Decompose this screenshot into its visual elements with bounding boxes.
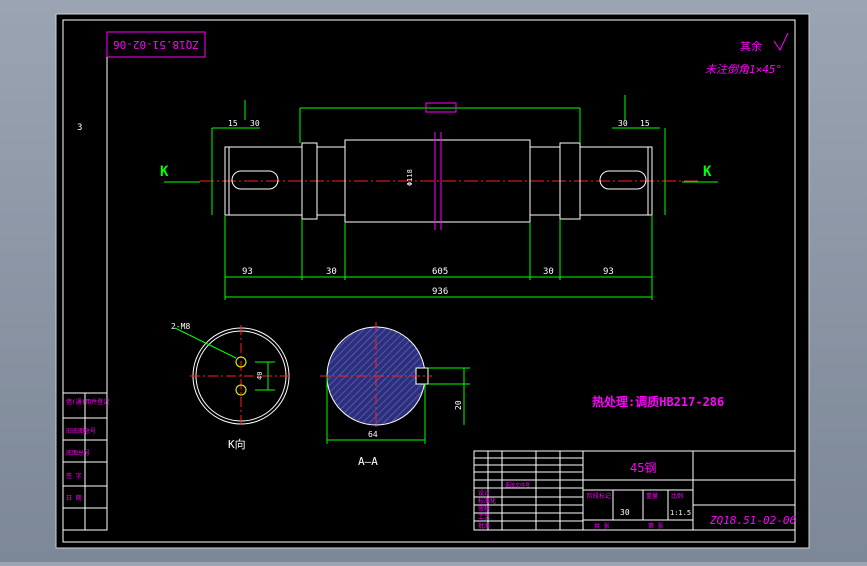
section-label: A—A [358, 455, 378, 468]
left-cell-1: 旧底图总号 [66, 427, 96, 435]
cad-drawing-window: ZQ18.51-02-06 3 其余 未注倒角1×45° K K 93 30 6… [0, 0, 867, 562]
role-approve: 批准 [478, 522, 490, 530]
dim-30-left: 30 [326, 267, 337, 277]
roughness-label: 其余 [740, 39, 762, 53]
dim-64: 64 [368, 430, 378, 439]
dim-30-right: 30 [543, 267, 554, 277]
left-cell-4: 日 期 [66, 494, 82, 502]
left-cell-2: 底图总号 [66, 449, 90, 457]
footer-sheet: 第 张 [648, 522, 664, 530]
k-marker-left: K [160, 164, 169, 180]
sign-row-label: 更改文件号 [505, 482, 530, 489]
heat-treatment: 热处理:调质HB217-286 [592, 394, 724, 409]
weight-label: 重量 [646, 492, 658, 500]
material: 45钢 [630, 461, 656, 475]
dim-center-dia: Φ118 [406, 169, 414, 186]
role-design: 设计 [478, 489, 490, 497]
dim-20: 20 [454, 400, 463, 410]
dim-93-left: 93 [242, 267, 253, 277]
scale: 1:1.5 [670, 509, 691, 517]
scale-label: 比例 [671, 492, 683, 500]
dim-936: 936 [432, 287, 448, 297]
left-cell-0: 借(通)用件登记 [66, 398, 109, 406]
dim-605: 605 [432, 267, 448, 277]
dim-40: 40 [256, 372, 264, 380]
role-process: 工艺 [478, 513, 490, 521]
role-review: 审核 [478, 505, 490, 513]
paper-sheet [55, 13, 810, 549]
dim-30-top-left: 30 [250, 119, 260, 128]
stamp-id: ZQ18.51-02-06 [113, 38, 199, 51]
dim-15-top-right: 15 [640, 119, 650, 128]
dim-30-top-right: 30 [618, 119, 628, 128]
quantity: 30 [620, 508, 630, 517]
drawing-canvas: ZQ18.51-02-06 3 其余 未注倒角1×45° K K 93 30 6… [55, 13, 810, 549]
stage-label: 阶段标记 [587, 492, 611, 500]
role-standard: 标准化 [478, 497, 496, 505]
dim-15-top-left: 15 [228, 119, 238, 128]
footer-total: 共 张 [594, 522, 610, 530]
chamfer-note: 未注倒角1×45° [705, 63, 782, 76]
k-marker-right: K [703, 164, 712, 180]
view-k-label: K向 [228, 437, 246, 451]
left-cell-3: 签 字 [66, 472, 82, 480]
hole-label: 2-M8 [171, 322, 190, 331]
drawing-number: ZQ18.51-02-06 [709, 514, 796, 527]
dim-93-right: 93 [603, 267, 614, 277]
sheet-mark: 3 [77, 123, 82, 133]
